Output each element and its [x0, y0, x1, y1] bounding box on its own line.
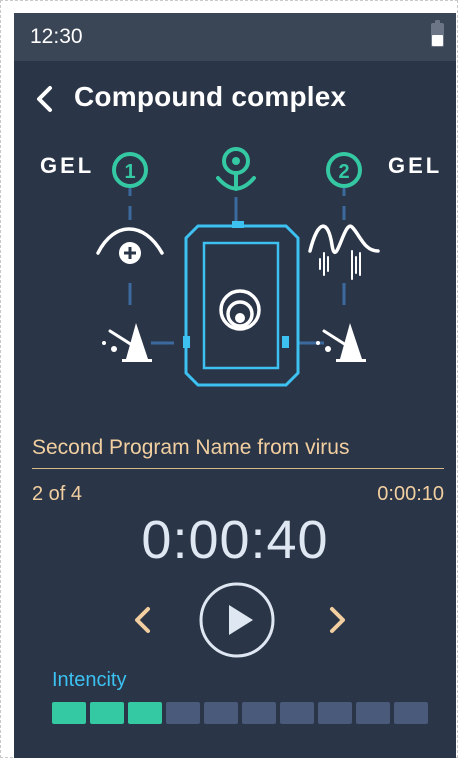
app-screen: 12:30 Compound complex GEL GEL 1 2 Secon… [14, 13, 456, 758]
channel-1-icon: 1 [112, 152, 148, 188]
divider [32, 468, 444, 469]
chevron-right-icon [330, 607, 345, 633]
play-icon [229, 605, 253, 635]
location-pin-icon [216, 147, 256, 191]
intensity-segment[interactable] [242, 702, 276, 724]
intensity-segment[interactable] [52, 702, 86, 724]
wave-plus-icon [96, 227, 164, 264]
previous-button[interactable] [130, 603, 154, 637]
next-button[interactable] [326, 603, 350, 637]
channel-2-icon: 2 [326, 152, 362, 188]
countdown-timer: 0:00:40 [141, 510, 329, 570]
chevron-left-icon [135, 607, 150, 633]
intensity-segment[interactable] [128, 702, 162, 724]
intensity-segment[interactable] [318, 702, 352, 724]
svg-text:1: 1 [124, 161, 135, 183]
intensity-segment[interactable] [394, 702, 428, 724]
intensity-bar[interactable] [52, 702, 428, 724]
electrode-diagram: 1 2 [96, 147, 380, 387]
play-button[interactable] [198, 581, 276, 659]
intensity-segment[interactable] [356, 702, 390, 724]
metronome-icon [102, 323, 152, 362]
intensity-segment[interactable] [90, 702, 124, 724]
sine-wave-icon [308, 224, 380, 280]
intensity-segment[interactable] [280, 702, 314, 724]
intensity-label: Intencity [52, 669, 127, 691]
elapsed-time: 0:00:10 [377, 483, 444, 505]
intensity-segment[interactable] [204, 702, 238, 724]
svg-text:2: 2 [338, 161, 349, 183]
program-step: 2 of 4 [32, 483, 83, 505]
intensity-segment[interactable] [166, 702, 200, 724]
device-icon [183, 221, 300, 387]
program-name: Second Program Name from virus [32, 436, 350, 459]
